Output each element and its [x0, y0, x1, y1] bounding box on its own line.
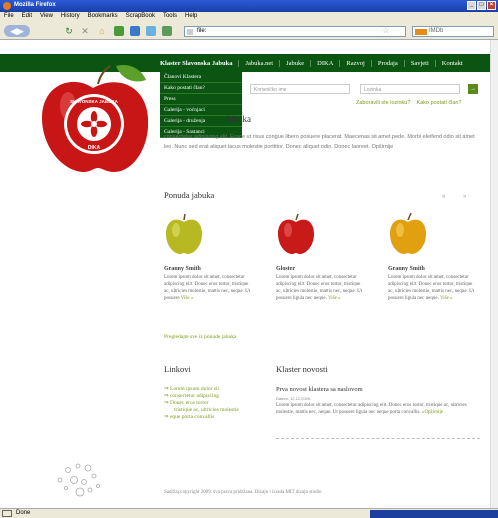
login-button[interactable]: → — [468, 84, 478, 94]
green-apple-icon[interactable] — [164, 212, 204, 256]
dropdown-item-press[interactable]: Press — [160, 94, 242, 105]
offer-item-desc: Lorem ipsum dolor sit amet, consectetur … — [388, 275, 475, 301]
nav-item-jabuka-net[interactable]: Jabuka.net — [239, 59, 281, 67]
menu-tools[interactable]: Tools — [163, 13, 177, 22]
url-bar[interactable]: file: — [184, 26, 406, 37]
logo-apple-icon[interactable]: SLAVONSKA JABUKA DIKA — [38, 56, 148, 176]
link-item[interactable]: tristique ac, ultricies molestie — [164, 407, 239, 414]
offer-title: Ponuda jabuka — [164, 190, 215, 200]
menu-file[interactable]: File — [4, 13, 14, 22]
logo-text-top: SLAVONSKA JABUKA — [70, 99, 119, 104]
logo-text-bottom: DIKA — [88, 145, 101, 151]
link-item[interactable]: Donec eros tortor — [164, 400, 239, 407]
news-date: Datum: 12.12.2009. — [276, 396, 312, 401]
menu-view[interactable]: View — [40, 13, 53, 22]
menu-bookmarks[interactable]: Bookmarks — [88, 13, 118, 22]
home-icon[interactable]: ⌂ — [97, 25, 107, 37]
addon-icon[interactable] — [114, 26, 124, 36]
status-text: Done — [16, 510, 31, 516]
all-offers-link[interactable]: Pregledajte sve iz ponude jabuka — [164, 334, 236, 340]
offer-item-more-link[interactable]: Više » — [440, 296, 453, 301]
bookmark-star-icon[interactable]: ☆ — [382, 26, 389, 35]
offer-item: Granny Smith Lorem ipsum dolor sit amet,… — [164, 212, 254, 302]
nav-dropdown-menu: Članovi Klastera Kako postati član? Pres… — [160, 72, 242, 138]
news-body: Lorem ipsum dolor sit amet, consectetur … — [276, 403, 467, 415]
stop-icon[interactable]: ✕ — [80, 25, 90, 37]
window-title: Mozilla Firefox — [14, 2, 56, 8]
news-headline[interactable]: Prva novost klastera sa naslovom — [276, 386, 363, 393]
nav-item-razvoj[interactable]: Razvoj — [340, 59, 372, 67]
join-link[interactable]: Kako postati član? — [417, 100, 462, 106]
intro-title: Jabuka — [226, 114, 251, 124]
main-nav: Klaster Slavonska Jabuka Jabuka.net Jabu… — [154, 54, 490, 72]
offer-item-more-link[interactable]: Više » — [328, 296, 341, 301]
menu-history[interactable]: History — [61, 13, 80, 22]
username-field[interactable]: Korisničko ime — [250, 84, 350, 94]
offer-item: Granny Smith Lorem ipsum dolor sit amet,… — [388, 212, 478, 302]
screenshot-icon[interactable] — [162, 26, 172, 36]
menu-scrapbook[interactable]: ScrapBook — [126, 13, 155, 22]
nav-item-dika[interactable]: DIKA — [311, 59, 341, 67]
offer-item-desc: Lorem ipsum dolor sit amet, consectetur … — [164, 275, 251, 301]
firefox-icon — [3, 2, 11, 10]
window-controls: _ □ × — [467, 1, 496, 10]
status-icon — [2, 510, 12, 517]
link-item[interactable]: consectetur adipiscing — [164, 393, 239, 400]
intro-text: consectetur adipiscing elit. Fusce ut ri… — [164, 134, 475, 150]
taskbar-fragment — [370, 510, 498, 518]
footer-copyright: Sadržaj copyright 2009. sva prava pridrž… — [164, 490, 322, 495]
password-field[interactable]: Lozinka — [360, 84, 460, 94]
page-scrollbar[interactable] — [490, 40, 498, 508]
search-input[interactable]: IMDb — [412, 26, 494, 37]
links-list: Lorem ipsum dolor sit consectetur adipis… — [164, 386, 239, 421]
minimize-button[interactable]: _ — [467, 1, 476, 10]
maximize-button[interactable]: □ — [477, 1, 486, 10]
navigation-toolbar: ◀▶ ↻ ✕ ⌂ file: ☆ IMDb — [0, 22, 498, 40]
red-apple-icon[interactable] — [276, 212, 316, 256]
news-more-link[interactable]: »Opširnije — [422, 410, 443, 415]
reload-icon[interactable]: ↻ — [64, 25, 74, 37]
close-button[interactable]: × — [487, 1, 496, 10]
offer-item-name[interactable]: Granny Smith — [388, 266, 478, 272]
dropdown-item-clanovi[interactable]: Članovi Klastera — [160, 72, 242, 83]
dropdown-item-postati-clan[interactable]: Kako postati član? — [160, 83, 242, 94]
link-item[interactable]: Lorem ipsum dolor sit — [164, 386, 239, 393]
news-title: Klaster novosti — [276, 364, 328, 374]
login-links: Zaboravili ste lozinku? Kako postati čla… — [356, 100, 462, 106]
menu-edit[interactable]: Edit — [22, 13, 32, 22]
nav-item-jabuke[interactable]: Jabuke — [280, 59, 312, 67]
links-title: Linkovi — [164, 364, 191, 374]
offer-item-more-link[interactable]: Više » — [181, 296, 194, 301]
nav-item-klaster[interactable]: Klaster Slavonska Jabuka — [154, 59, 240, 67]
link-item[interactable]: eque porta convallis — [164, 414, 239, 421]
nav-item-savjeti[interactable]: Savjeti — [405, 59, 436, 67]
menu-bar: File Edit View History Bookmarks ScrapBo… — [0, 12, 498, 22]
offer-item-name[interactable]: Granny Smith — [164, 266, 254, 272]
offer-item-desc: Lorem ipsum dolor sit amet, consectetur … — [276, 275, 363, 301]
scrapbook-icon[interactable] — [130, 26, 140, 36]
offer-item: Gloster Lorem ipsum dolor sit amet, cons… — [276, 212, 366, 302]
webpage: Klaster Slavonska Jabuka Jabuka.net Jabu… — [0, 40, 490, 508]
offer-item-name[interactable]: Gloster — [276, 266, 366, 272]
menu-help[interactable]: Help — [185, 13, 197, 22]
bookmark-icon[interactable] — [146, 26, 156, 36]
news-divider — [276, 438, 480, 439]
offer-carousel-arrows[interactable]: « » — [442, 194, 474, 200]
yellow-apple-icon[interactable] — [388, 212, 428, 256]
back-forward-button[interactable]: ◀▶ — [4, 25, 30, 37]
nav-item-prodaja[interactable]: Prodaja — [372, 59, 405, 67]
window-titlebar: Mozilla Firefox _ □ × — [0, 0, 498, 12]
nav-item-kontakt[interactable]: Kontakt — [436, 60, 469, 67]
water-drops-icon — [57, 463, 100, 497]
forgot-password-link[interactable]: Zaboravili ste lozinku? — [356, 100, 410, 106]
